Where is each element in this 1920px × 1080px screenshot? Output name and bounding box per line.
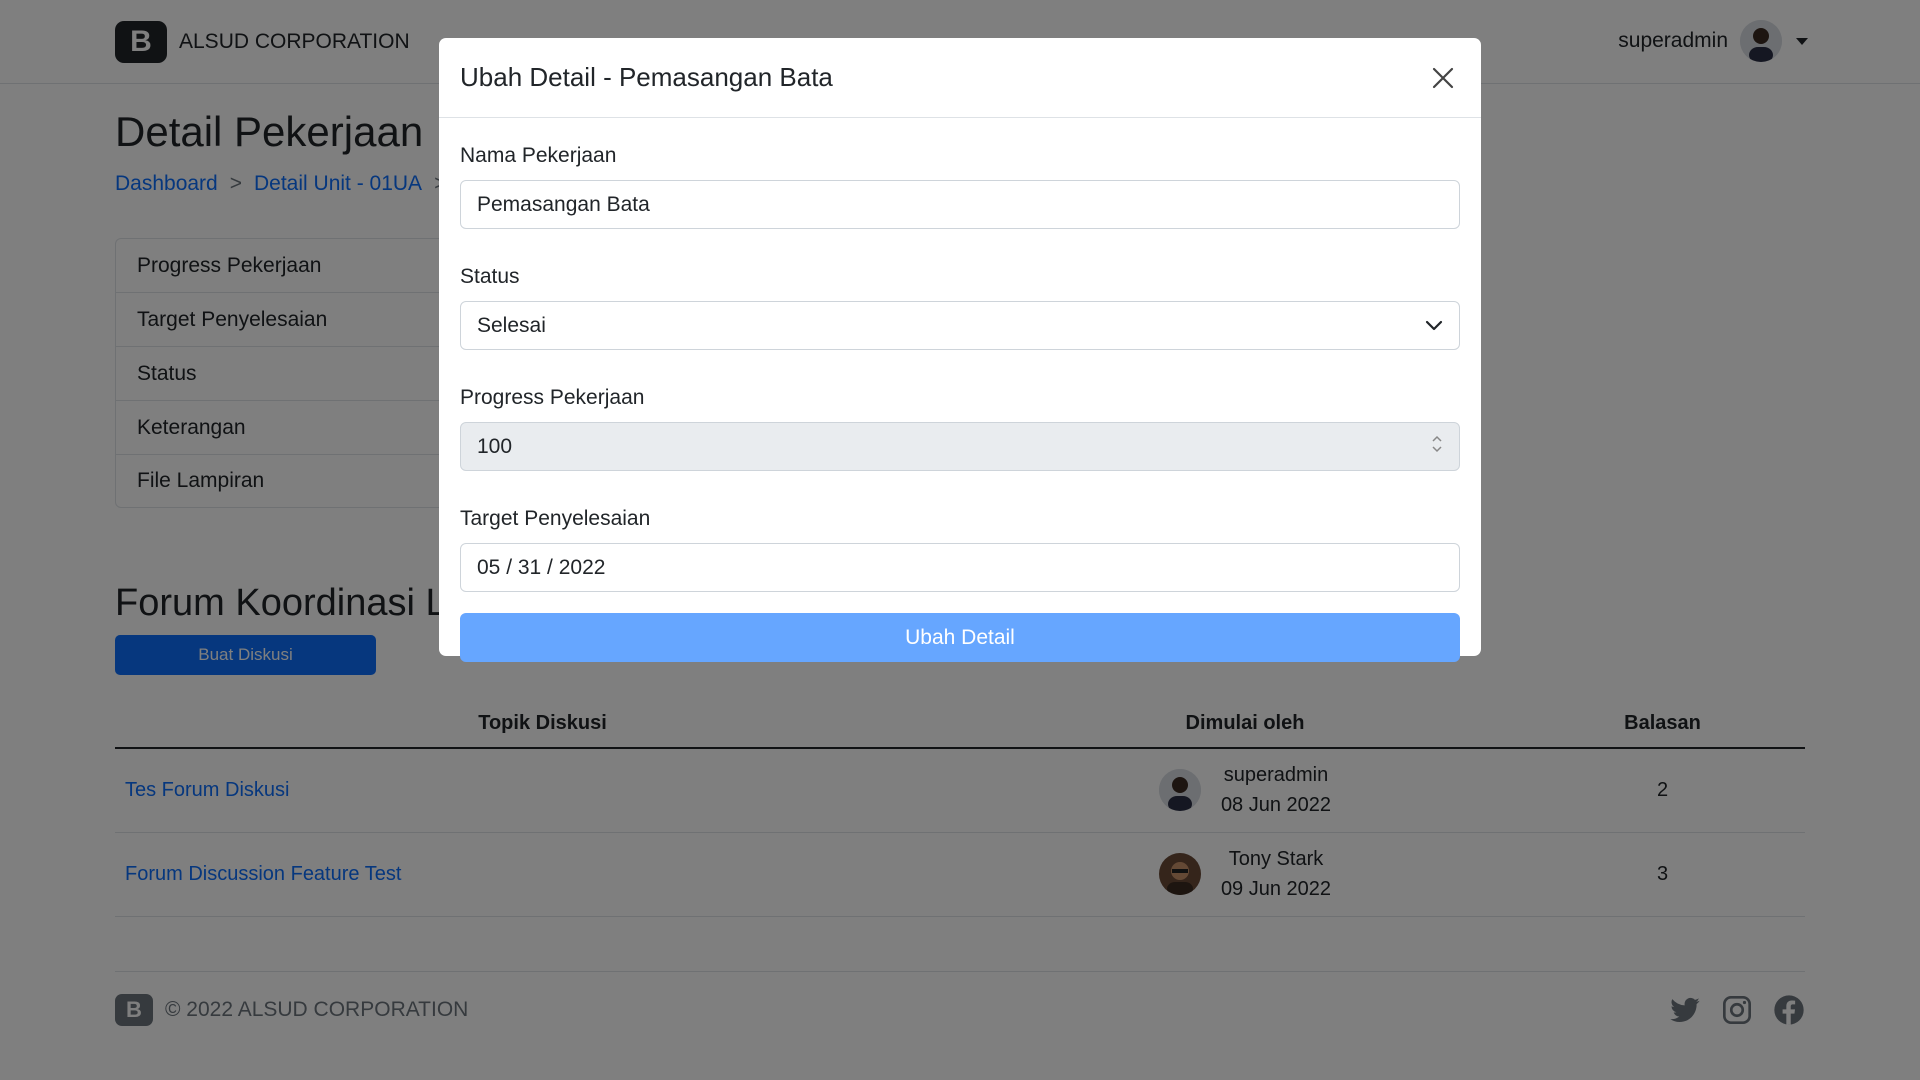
name-input[interactable]: Pemasangan Bata	[460, 180, 1460, 229]
progress-value: 100	[477, 434, 513, 458]
name-label: Nama Pekerjaan	[460, 144, 617, 167]
modal-body: Nama Pekerjaan Pemasangan Bata Status Se…	[439, 118, 1481, 662]
close-icon[interactable]	[1426, 61, 1460, 95]
status-select[interactable]: Selesai	[460, 301, 1460, 350]
spinner-icon[interactable]	[1431, 434, 1443, 460]
target-label: Target Penyelesaian	[460, 507, 651, 530]
edit-detail-modal: Ubah Detail - Pemasangan Bata Nama Peker…	[439, 38, 1481, 662]
target-date-value: 05 / 31 / 2022	[477, 555, 606, 579]
target-date-input[interactable]: 05 / 31 / 2022	[460, 543, 1460, 592]
modal-header: Ubah Detail - Pemasangan Bata	[439, 38, 1481, 118]
submit-button[interactable]: Ubah Detail	[460, 613, 1460, 662]
status-label: Status	[460, 265, 520, 288]
chevron-down-icon	[1425, 314, 1443, 338]
progress-label: Progress Pekerjaan	[460, 386, 645, 409]
name-value: Pemasangan Bata	[477, 192, 650, 216]
status-value: Selesai	[477, 313, 546, 337]
progress-input[interactable]: 100	[460, 422, 1460, 471]
modal-title: Ubah Detail - Pemasangan Bata	[460, 62, 833, 92]
